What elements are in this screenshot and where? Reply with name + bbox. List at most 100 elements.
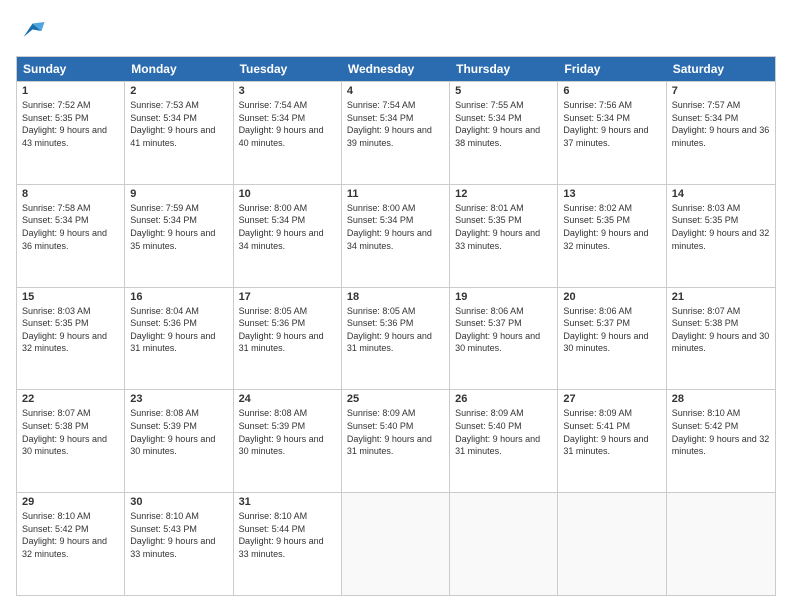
- day-number: 17: [239, 291, 336, 303]
- week-row-1: 1Sunrise: 7:52 AMSunset: 5:35 PMDaylight…: [17, 81, 775, 184]
- day-number: 6: [563, 85, 660, 97]
- weekday-header-saturday: Saturday: [667, 57, 775, 81]
- sunrise: Sunrise: 7:55 AM: [455, 100, 524, 110]
- sunset: Sunset: 5:38 PM: [672, 318, 739, 328]
- sunrise: Sunrise: 8:08 AM: [130, 408, 199, 418]
- daylight: Daylight: 9 hours and 31 minutes.: [455, 434, 540, 457]
- day-cell-22: 22Sunrise: 8:07 AMSunset: 5:38 PMDayligh…: [17, 390, 125, 492]
- day-cell-8: 8 Sunrise: 7:58 AMSunset: 5:34 PMDaylight…: [17, 185, 125, 287]
- sunrise: Sunrise: 7:53 AM: [130, 100, 199, 110]
- day-cell-5: 5Sunrise: 7:55 AMSunset: 5:34 PMDaylight…: [450, 82, 558, 184]
- day-cell-7: 7Sunrise: 7:57 AMSunset: 5:34 PMDaylight…: [667, 82, 775, 184]
- day-number: 9: [130, 188, 227, 200]
- logo-icon: [16, 16, 46, 46]
- day-info: Sunrise: 7:57 AM Sunset: 5:34 PM Daylight:…: [672, 99, 770, 149]
- daylight: Daylight: 9 hours and 32 minutes.: [22, 331, 107, 354]
- day-number: 14: [672, 188, 770, 200]
- day-info: Sunrise: 8:03 AMSunset: 5:35 PMDaylight:…: [22, 305, 119, 355]
- day-cell-28: 28Sunrise: 8:10 AMSunset: 5:42 PMDayligh…: [667, 390, 775, 492]
- sunset: Sunset: 5:35 PM: [22, 113, 89, 123]
- sunset: Sunset: 5:34 PM: [239, 215, 306, 225]
- daylight: Daylight: 9 hours and 33 minutes.: [130, 536, 215, 559]
- daylight: Daylight: 9 hours and 41 minutes.: [130, 125, 215, 148]
- day-info: Sunrise: 7:58 AMSunset: 5:34 PMDaylight:…: [22, 202, 119, 252]
- day-number: 31: [239, 496, 336, 508]
- day-cell-27: 27Sunrise: 8:09 AMSunset: 5:41 PMDayligh…: [558, 390, 666, 492]
- day-number: 4: [347, 85, 444, 97]
- sunset: Sunset: 5:38 PM: [22, 421, 89, 431]
- day-info: Sunrise: 8:10 AMSunset: 5:42 PMDaylight:…: [22, 510, 119, 560]
- weekday-header-monday: Monday: [125, 57, 233, 81]
- sunrise: Sunrise: 8:08 AM: [239, 408, 308, 418]
- day-number: 19: [455, 291, 552, 303]
- day-number: 5: [455, 85, 552, 97]
- day-number: 15: [22, 291, 119, 303]
- daylight: Daylight: 9 hours and 36 minutes.: [672, 125, 770, 148]
- sunset: Sunset: 5:34 PM: [130, 215, 197, 225]
- day-cell-16: 16Sunrise: 8:04 AMSunset: 5:36 PMDayligh…: [125, 288, 233, 390]
- daylight: Daylight: 9 hours and 31 minutes.: [563, 434, 648, 457]
- day-info: Sunrise: 8:08 AMSunset: 5:39 PMDaylight:…: [239, 407, 336, 457]
- day-info: Sunrise: 8:10 AMSunset: 5:43 PMDaylight:…: [130, 510, 227, 560]
- day-number: 28: [672, 393, 770, 405]
- sunrise: Sunrise: 8:06 AM: [563, 306, 632, 316]
- day-cell-13: 13Sunrise: 8:02 AMSunset: 5:35 PMDayligh…: [558, 185, 666, 287]
- sunset: Sunset: 5:41 PM: [563, 421, 630, 431]
- empty-cell: [667, 493, 775, 595]
- header: [16, 16, 776, 46]
- day-info: Sunrise: 8:03 AMSunset: 5:35 PMDaylight:…: [672, 202, 770, 252]
- day-info: Sunrise: 8:00 AMSunset: 5:34 PMDaylight:…: [347, 202, 444, 252]
- sunset: Sunset: 5:34 PM: [347, 113, 414, 123]
- day-cell-20: 20 Sunrise: 8:06 AM Sunset: 5:37 PM Dayligh…: [558, 288, 666, 390]
- day-info: Sunrise: 7:59 AMSunset: 5:34 PMDaylight:…: [130, 202, 227, 252]
- day-number: 11: [347, 188, 444, 200]
- day-cell-24: 24Sunrise: 8:08 AMSunset: 5:39 PMDayligh…: [234, 390, 342, 492]
- sunrise: Sunrise: 7:59 AM: [130, 203, 199, 213]
- day-cell-12: 12Sunrise: 8:01 AMSunset: 5:35 PMDayligh…: [450, 185, 558, 287]
- daylight: Daylight: 9 hours and 33 minutes.: [455, 228, 540, 251]
- day-number: 16: [130, 291, 227, 303]
- day-number: 18: [347, 291, 444, 303]
- day-cell-9: 9Sunrise: 7:59 AMSunset: 5:34 PMDaylight…: [125, 185, 233, 287]
- sunset: Sunset: 5:40 PM: [347, 421, 414, 431]
- sunset: Sunset: 5:39 PM: [130, 421, 197, 431]
- day-number: 13: [563, 188, 660, 200]
- weekday-header-tuesday: Tuesday: [234, 57, 342, 81]
- day-cell-1: 1Sunrise: 7:52 AMSunset: 5:35 PMDaylight…: [17, 82, 125, 184]
- sunset: Sunset: 5:35 PM: [22, 318, 89, 328]
- sunset: Sunset: 5:35 PM: [455, 215, 522, 225]
- day-number: 29: [22, 496, 119, 508]
- sunrise: Sunrise: 8:09 AM: [347, 408, 416, 418]
- day-number: 1: [22, 85, 119, 97]
- sunset: Sunset: 5:34 PM: [22, 215, 89, 225]
- daylight: Daylight: 9 hours and 32 minutes.: [22, 536, 107, 559]
- sunrise: Sunrise: 7:54 AM: [239, 100, 308, 110]
- day-number: 8: [22, 188, 119, 200]
- day-number: 12: [455, 188, 552, 200]
- daylight: Daylight: 9 hours and 32 minutes.: [672, 434, 770, 457]
- sunset: Sunset: 5:39 PM: [239, 421, 306, 431]
- day-info: Sunrise: 7:54 AMSunset: 5:34 PMDaylight:…: [347, 99, 444, 149]
- day-info: Sunrise: 7:54 AMSunset: 5:34 PMDaylight:…: [239, 99, 336, 149]
- daylight: Daylight: 9 hours and 30 minutes.: [563, 331, 648, 354]
- day-info: Sunrise: 8:09 AMSunset: 5:40 PMDaylight:…: [347, 407, 444, 457]
- sunset: Sunset: 5:34 PM: [672, 113, 739, 123]
- sunset: Sunset: 5:34 PM: [239, 113, 306, 123]
- sunrise: Sunrise: 8:02 AM: [563, 203, 632, 213]
- logo: [16, 16, 50, 46]
- calendar: SundayMondayTuesdayWednesdayThursdayFrid…: [16, 56, 776, 596]
- day-number: 23: [130, 393, 227, 405]
- day-info: Sunrise: 7:56 AMSunset: 5:34 PMDaylight:…: [563, 99, 660, 149]
- daylight: Daylight: 9 hours and 31 minutes.: [239, 331, 324, 354]
- sunrise: Sunrise: 7:57 AM: [672, 100, 741, 110]
- sunset: Sunset: 5:37 PM: [563, 318, 630, 328]
- sunset: Sunset: 5:40 PM: [455, 421, 522, 431]
- day-number: 20: [563, 291, 660, 303]
- weekday-header-sunday: Sunday: [17, 57, 125, 81]
- day-number: 22: [22, 393, 119, 405]
- day-cell-26: 26Sunrise: 8:09 AMSunset: 5:40 PMDayligh…: [450, 390, 558, 492]
- day-number: 2: [130, 85, 227, 97]
- day-info: Sunrise: 8:05 AMSunset: 5:36 PMDaylight:…: [239, 305, 336, 355]
- day-info: Sunrise: 8:09 AMSunset: 5:41 PMDaylight:…: [563, 407, 660, 457]
- day-number: 21: [672, 291, 770, 303]
